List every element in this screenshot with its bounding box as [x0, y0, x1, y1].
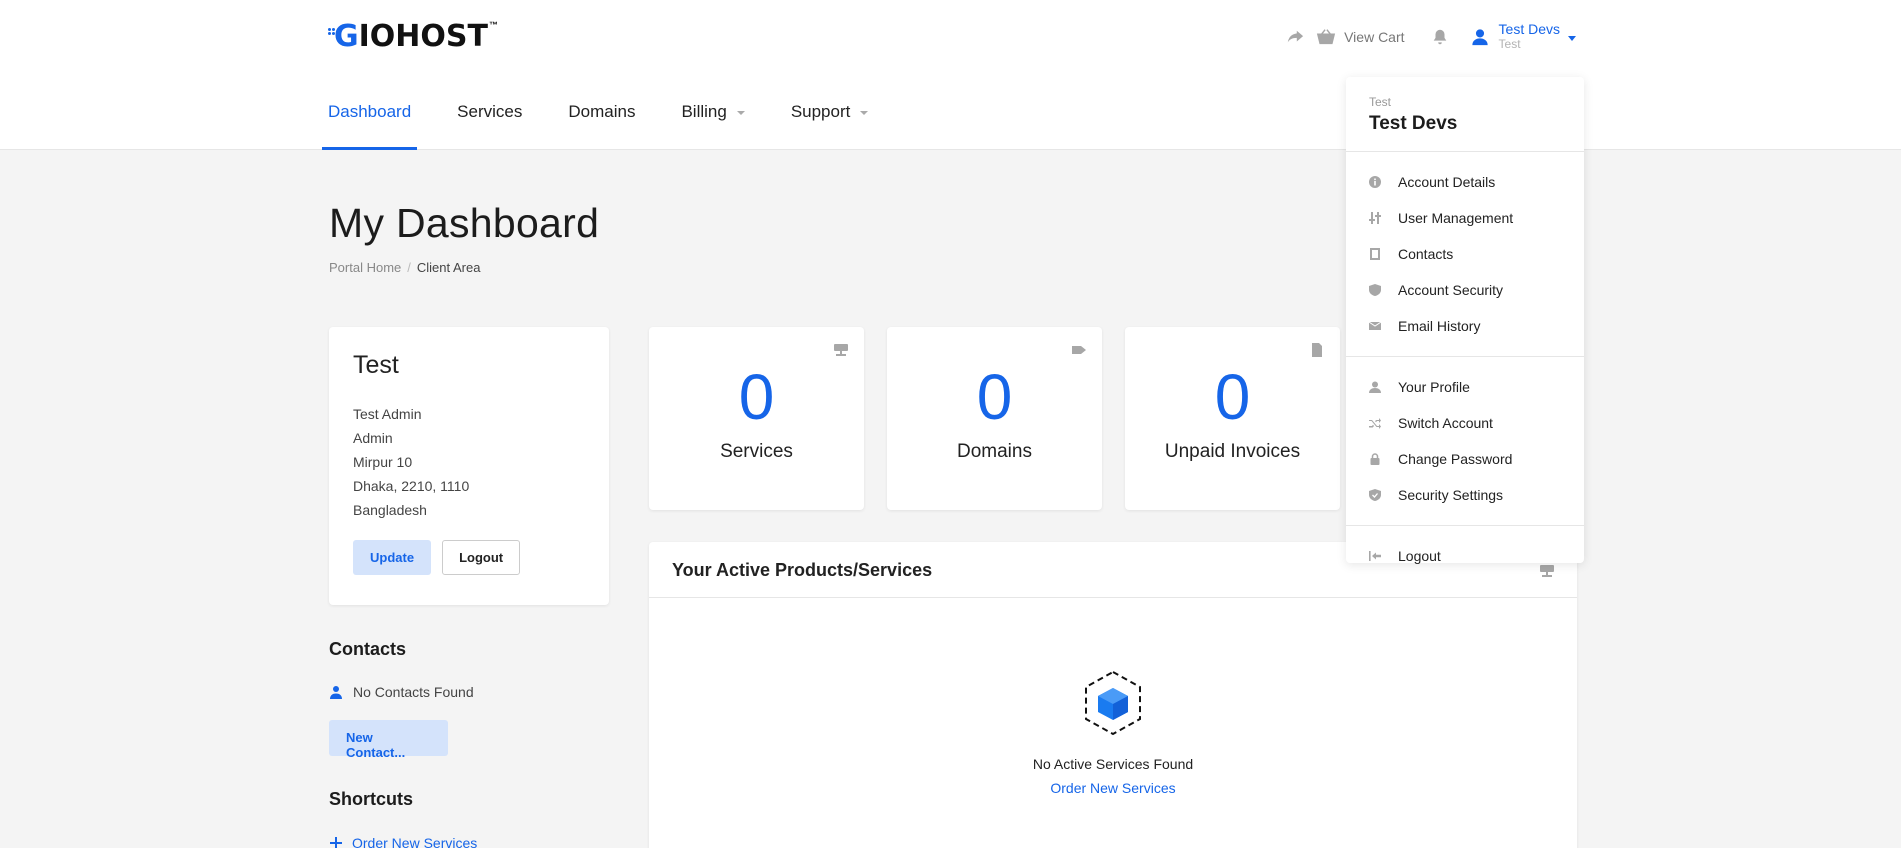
dropdown-account-group: Account Details User Management Contacts… [1346, 152, 1584, 357]
menu-logout[interactable]: Logout [1346, 538, 1584, 574]
top-right-actions: View Cart Test Devs Test [1268, 20, 1576, 54]
stat-card-domains[interactable]: 0 Domains [887, 327, 1102, 510]
basket-icon [1316, 29, 1336, 45]
tag-icon [1072, 343, 1086, 357]
server-icon [834, 343, 848, 357]
logo-trademark: ™ [488, 20, 498, 30]
user-icon [1471, 29, 1488, 46]
stat-value: 0 [976, 361, 1013, 433]
no-services-text: No Active Services Found [1032, 756, 1194, 772]
nav-services[interactable]: Services [451, 92, 528, 150]
dropdown-logout-group: Logout [1346, 526, 1584, 586]
breadcrumb: Portal Home / Client Area [329, 260, 481, 275]
nav-domains[interactable]: Domains [562, 92, 641, 150]
logo-text: GIOHOST [334, 19, 488, 54]
user-dropdown-menu: Test Test Devs Account Details User Mana… [1346, 77, 1584, 564]
shortcuts-heading: Shortcuts [329, 789, 414, 809]
menu-switch-account[interactable]: Switch Account [1346, 405, 1584, 441]
menu-email-history[interactable]: Email History [1346, 308, 1584, 344]
main-nav: Dashboard Services Domains Billing Suppo… [322, 92, 908, 150]
contacts-empty: No Contacts Found [329, 684, 474, 700]
chevron-down-icon [860, 111, 869, 115]
profile-line: Dhaka, 2210, 1110 [353, 478, 470, 494]
profile-name: Test [353, 351, 399, 379]
profile-line: Admin [353, 430, 393, 446]
page-title: My Dashboard [329, 200, 600, 246]
breadcrumb-home[interactable]: Portal Home [329, 260, 401, 275]
sliders-icon [1369, 212, 1381, 224]
chevron-down-icon [736, 111, 745, 115]
view-cart-link[interactable]: View Cart [1316, 28, 1405, 46]
active-products-panel: Your Active Products/Services No Active … [649, 542, 1577, 848]
site-header: GIOHOST ™ View Cart Test Devs Test Dashb… [0, 0, 1901, 150]
logout-button[interactable]: Logout [442, 540, 521, 575]
plus-icon [330, 837, 342, 848]
logout-icon [1369, 551, 1381, 561]
stat-label: Services [720, 441, 793, 462]
nav-dashboard[interactable]: Dashboard [322, 92, 418, 150]
profile-line: Bangladesh [353, 502, 427, 518]
user-menu-toggle[interactable]: Test Devs Test [1471, 22, 1576, 52]
user-icon [330, 686, 342, 699]
stat-value: 0 [738, 361, 775, 433]
bell-icon[interactable] [1427, 24, 1453, 50]
logo-dots-icon [328, 28, 338, 40]
menu-contacts[interactable]: Contacts [1346, 236, 1584, 272]
shield-check-icon [1369, 489, 1381, 501]
address-book-icon [1370, 248, 1380, 260]
file-icon [1310, 343, 1324, 357]
view-cart-label: View Cart [1344, 29, 1405, 45]
update-button[interactable]: Update [353, 540, 432, 575]
menu-user-management[interactable]: User Management [1346, 200, 1584, 236]
menu-your-profile[interactable]: Your Profile [1346, 369, 1584, 405]
share-icon[interactable] [1282, 24, 1308, 50]
brand-logo[interactable]: GIOHOST ™ [328, 19, 498, 54]
new-contact-button[interactable]: New Contact... [329, 720, 448, 760]
contacts-heading: Contacts [329, 639, 407, 659]
user-company: Test [1498, 37, 1521, 51]
lock-icon [1370, 453, 1380, 465]
menu-security-settings[interactable]: Security Settings [1346, 477, 1584, 513]
breadcrumb-current: Client Area [416, 260, 481, 275]
order-new-services-link[interactable]: Order New Services [649, 780, 1577, 796]
nav-support[interactable]: Support [785, 92, 875, 150]
stat-value: 0 [1214, 361, 1251, 433]
stat-card-unpaid-invoices[interactable]: 0 Unpaid Invoices [1125, 327, 1340, 510]
stat-label: Domains [957, 441, 1032, 462]
info-icon [1369, 176, 1381, 188]
stat-card-services[interactable]: 0 Services [649, 327, 864, 510]
menu-change-password[interactable]: Change Password [1346, 441, 1584, 477]
dropdown-profile-group: Your Profile Switch Account Change Passw… [1346, 357, 1584, 526]
user-icon [1369, 381, 1381, 393]
shield-icon [1369, 284, 1381, 296]
stat-label: Unpaid Invoices [1164, 441, 1301, 462]
profile-line: Mirpur 10 [353, 454, 413, 470]
envelope-icon [1369, 321, 1381, 330]
profile-line: Test Admin [353, 406, 422, 422]
dropdown-company: Test [1369, 95, 1392, 109]
shortcut-order-new-services[interactable]: Order New Services [329, 835, 477, 848]
menu-account-details[interactable]: Account Details [1346, 164, 1584, 200]
random-icon [1369, 418, 1381, 429]
dropdown-user-name: Test Devs [1369, 113, 1458, 134]
menu-account-security[interactable]: Account Security [1346, 272, 1584, 308]
nav-billing[interactable]: Billing [675, 92, 750, 150]
profile-card: Test Test Admin Admin Mirpur 10 Dhaka, 2… [329, 327, 609, 605]
cube-icon [1083, 670, 1143, 736]
user-name: Test Devs [1498, 21, 1560, 37]
chevron-down-icon [1568, 35, 1576, 41]
